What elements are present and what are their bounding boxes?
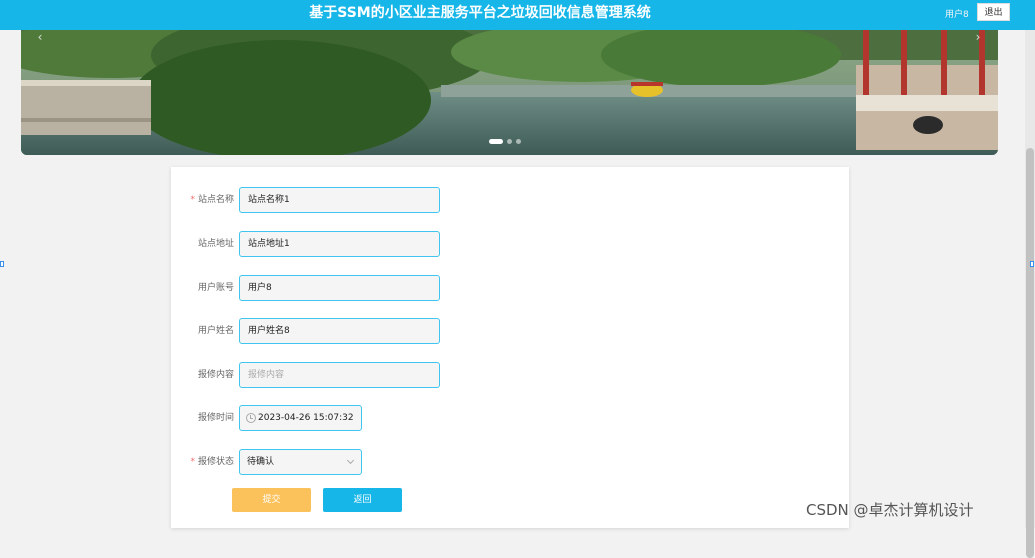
field-label-text: 站点名称 [197,195,234,205]
text-field-input[interactable] [239,231,440,257]
carousel-dot[interactable] [507,139,512,144]
text-field-input[interactable] [239,187,440,213]
app-title: 基于SSM的小区业主服务平台之垃圾回收信息管理系统 [309,5,651,21]
resize-handle-left [0,261,4,267]
carousel-indicators [489,139,521,144]
field-label-text: 报修状态 [197,457,234,467]
repair-time-picker[interactable]: 2023-04-26 15:07:32 [239,405,362,431]
lake-scenery-image [21,30,998,155]
carousel-dot[interactable] [489,139,503,144]
text-field-input[interactable] [239,275,440,301]
form-row-repair-time: 报修时间 2023-04-26 15:07:32 [171,405,471,431]
text-field-input[interactable] [239,362,440,388]
field-label: 用户姓名 [171,318,234,344]
field-label-text: 站点地址 [197,239,234,249]
form-row: 用户账号 [171,275,471,301]
form-row-repair-status: * 报修状态 待确认 [171,449,471,475]
current-user-label: 用户8 [945,10,969,20]
scrollbar-thumb[interactable] [1026,148,1034,558]
repair-time-value: 2023-04-26 15:07:32 [258,413,354,423]
field-label: * 报修状态 [171,449,234,475]
field-label: 站点地址 [171,231,234,257]
form-row: 报修内容 [171,362,471,388]
required-mark: * [190,457,195,467]
carousel-prev-icon[interactable]: ‹ [33,30,47,44]
field-label: * 站点名称 [171,187,234,213]
field-label-text: 用户账号 [197,283,234,293]
required-mark: * [190,195,195,205]
repair-status-select[interactable]: 待确认 [239,449,362,475]
back-button[interactable]: 返回 [323,488,402,512]
form-row: 站点地址 [171,231,471,257]
chevron-down-icon [346,456,355,465]
form-row: 用户姓名 [171,318,471,344]
page-scrollbar[interactable] [1025,30,1035,558]
logout-button[interactable]: 退出 [977,3,1010,21]
text-field-input[interactable] [239,318,440,344]
top-header-bar: 基于SSM的小区业主服务平台之垃圾回收信息管理系统 用户8 退出 [0,0,1035,30]
resize-handle-right [1030,261,1034,267]
submit-button[interactable]: 提交 [232,488,311,512]
csdn-watermark: CSDN @卓杰计算机设计 [806,501,974,519]
field-label-text: 用户姓名 [197,326,234,336]
form-row: * 站点名称 [171,187,471,213]
field-label: 报修时间 [197,413,234,423]
repair-form-card: *站点名称站点地址用户账号用户姓名报修内容 报修时间 2023-04-26 15… [171,167,849,528]
clock-icon [246,413,256,423]
field-label-text: 报修内容 [197,370,234,380]
field-label: 用户账号 [171,275,234,301]
carousel-dot[interactable] [516,139,521,144]
repair-status-value: 待确认 [247,457,275,467]
field-label: 报修内容 [171,362,234,388]
carousel-next-icon[interactable]: › [971,30,985,44]
banner-carousel[interactable]: ‹ › [21,30,998,155]
